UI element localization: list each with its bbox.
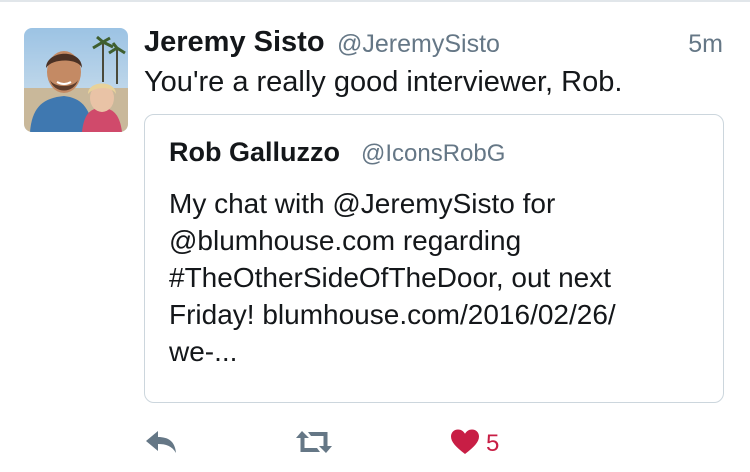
quoted-tweet-text: My chat with @JeremySisto for @blumhouse… <box>169 185 709 370</box>
reply-arrow-icon <box>144 428 178 461</box>
quoted-tweet-card[interactable]: Rob Galluzzo @IconsRobG My chat with @Je… <box>144 114 724 403</box>
reply-button[interactable] <box>144 424 178 464</box>
tweet-timestamp[interactable]: 5m <box>688 30 723 59</box>
like-count: 5 <box>486 430 500 457</box>
quoted-text-line: My chat with @JeremySisto for <box>169 188 556 219</box>
quoted-text-line: we-... <box>169 336 238 367</box>
quoted-text-line: #TheOtherSideOfTheDoor, out next <box>169 262 612 293</box>
retweet-icon <box>294 428 334 461</box>
retweet-button[interactable] <box>294 424 334 464</box>
tweet-header: Jeremy Sisto @JeremySisto 5m <box>144 24 729 64</box>
heart-icon <box>450 428 480 461</box>
author-handle[interactable]: @JeremySisto <box>337 30 500 59</box>
tweet-text: You're a really good interviewer, Rob. <box>144 66 623 98</box>
avatar[interactable] <box>24 28 128 132</box>
tweet[interactable]: Jeremy Sisto @JeremySisto 5m You're a re… <box>0 0 750 472</box>
like-button[interactable]: 5 <box>450 424 499 464</box>
quoted-text-line: Friday! blumhouse.com/2016/02/26/ <box>169 299 616 330</box>
tweet-actions: 5 <box>144 424 644 464</box>
author-display-name[interactable]: Jeremy Sisto <box>144 26 325 59</box>
quoted-author-display-name: Rob Galluzzo <box>169 137 340 167</box>
quoted-author-handle: @IconsRobG <box>361 140 506 167</box>
quoted-text-line: @blumhouse.com regarding <box>169 225 522 256</box>
